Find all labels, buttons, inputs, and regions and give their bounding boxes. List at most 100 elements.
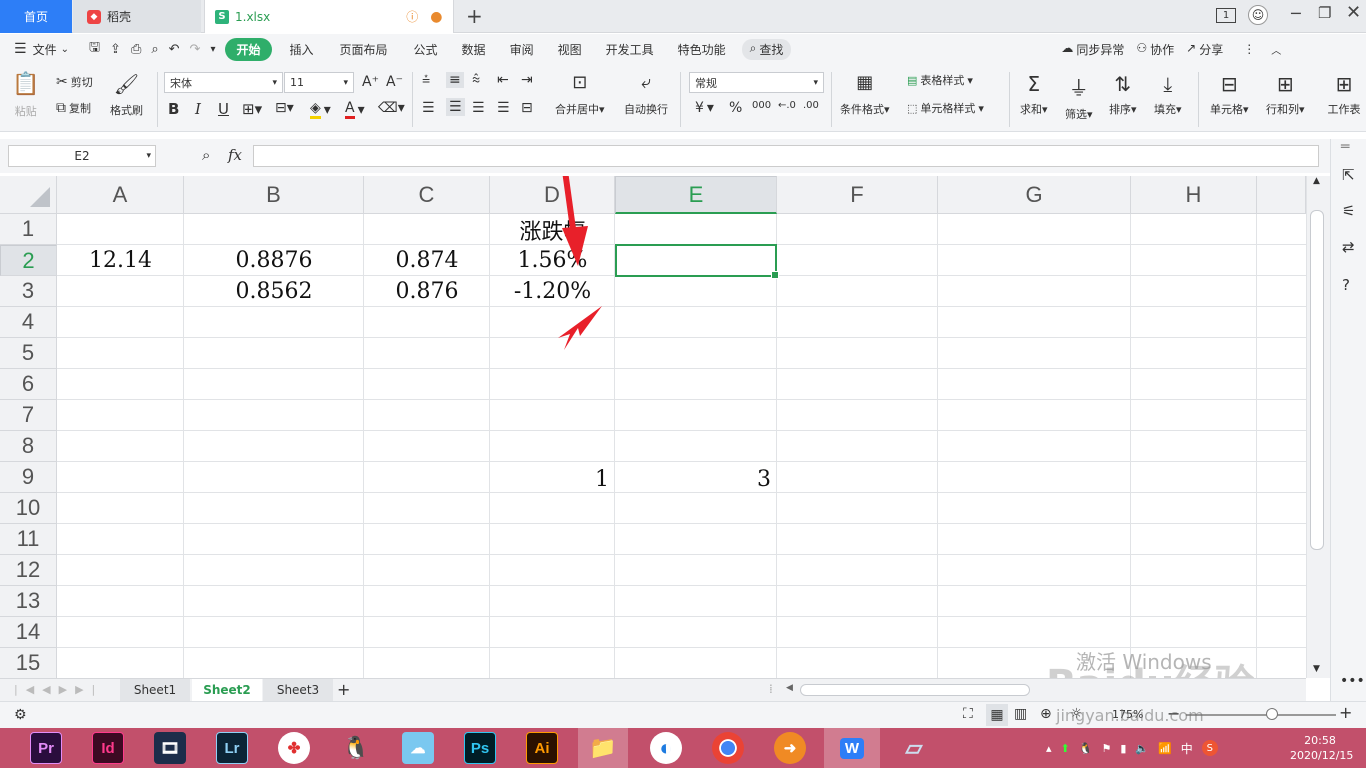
column-header-a[interactable]: A xyxy=(57,176,184,214)
row-header-12[interactable]: 12 xyxy=(0,555,57,586)
outdent-icon[interactable]: ⇤ xyxy=(497,72,509,88)
wps-icon[interactable]: W xyxy=(824,728,880,768)
cell-b2[interactable]: 0.8876 xyxy=(184,245,364,276)
sheet-nav-icons[interactable]: |◀◀▶▶| xyxy=(14,683,103,696)
filter-button[interactable]: ⏚ 筛选▾ xyxy=(1065,72,1093,122)
zoom-formula-icon[interactable]: ⌕ xyxy=(202,146,210,164)
pinwheel-app-icon[interactable]: ✤ xyxy=(278,732,310,764)
more-options-icon[interactable]: ••• xyxy=(1340,673,1365,689)
photoshop-icon[interactable]: Ps xyxy=(464,732,496,764)
menu-tab-view[interactable]: 视图 xyxy=(546,41,594,58)
decrease-decimal-icon[interactable]: .00 xyxy=(803,100,819,111)
select-all-corner[interactable] xyxy=(0,176,57,214)
cell-e9[interactable]: 3 xyxy=(615,464,777,495)
qq-icon[interactable]: 🐧 xyxy=(340,732,372,764)
shrink-font-icon[interactable]: A⁻ xyxy=(386,74,403,90)
paste-button[interactable]: 📋 粘贴 xyxy=(12,72,39,119)
tab-splitter[interactable]: ⁞ xyxy=(769,682,773,696)
cell-style-button[interactable]: ⬚ 单元格样式 ▾ xyxy=(907,100,984,116)
quick-access-more-icon[interactable]: ▾ xyxy=(210,44,215,55)
sheet-tab-3[interactable]: Sheet3 xyxy=(263,679,333,701)
menu-tab-page-layout[interactable]: 页面布局 xyxy=(326,41,402,58)
sheet-tab-1[interactable]: Sheet1 xyxy=(120,679,190,701)
zoom-in-icon[interactable]: + xyxy=(1339,703,1352,722)
input-method-indicator[interactable]: 中 xyxy=(1181,740,1193,757)
sync-status[interactable]: ☁ 同步异常 xyxy=(1061,41,1124,58)
normal-view-icon[interactable]: ▦ xyxy=(986,704,1008,726)
zoom-slider-track[interactable] xyxy=(1186,714,1336,716)
grow-font-icon[interactable]: A⁺ xyxy=(362,74,379,90)
user-avatar[interactable]: ☺ xyxy=(1248,5,1268,25)
thousands-button[interactable]: 000 xyxy=(752,100,771,111)
redo-icon[interactable]: ↷ xyxy=(190,42,201,57)
tray-qq-icon[interactable]: 🐧 xyxy=(1079,742,1093,755)
row-header-1[interactable]: 1 xyxy=(0,214,57,245)
row-header-4[interactable]: 4 xyxy=(0,307,57,338)
align-top-icon[interactable]: ⩮ xyxy=(422,72,430,88)
chat-app-icon[interactable]: ☁ xyxy=(402,732,434,764)
help-icon[interactable]: ? xyxy=(1342,276,1350,294)
distribute-icon[interactable]: ⊟ xyxy=(521,100,533,116)
worksheet-button[interactable]: ⊞ 工作表 xyxy=(1322,72,1366,117)
column-header-h[interactable]: H xyxy=(1131,176,1257,214)
sheet-tab-2[interactable]: Sheet2 xyxy=(192,679,262,701)
align-center-icon[interactable]: ☰ xyxy=(446,98,465,116)
undo-icon[interactable]: ↶ xyxy=(169,42,180,57)
menu-tab-features[interactable]: 特色功能 xyxy=(666,41,738,58)
column-header-g[interactable]: G xyxy=(938,176,1131,214)
copy-button[interactable]: ⧉ 复制 xyxy=(56,100,91,116)
formula-input[interactable] xyxy=(253,145,1319,167)
border-icon[interactable]: ⊞▾ xyxy=(242,100,262,118)
conditional-format-button[interactable]: ▦ 条件格式▾ xyxy=(840,72,890,117)
scroll-up-icon[interactable]: ▲ xyxy=(1313,176,1320,186)
font-name-select[interactable]: 宋体 ▾ xyxy=(164,72,283,93)
tab-daoke[interactable]: ◆ 稻壳 xyxy=(73,0,201,33)
pointer-icon[interactable]: ⇱ xyxy=(1342,166,1355,184)
horizontal-scroll-thumb[interactable] xyxy=(800,684,1030,696)
volume-icon[interactable]: 🔈 xyxy=(1135,742,1149,755)
table-style-button[interactable]: ▤ 表格样式 ▾ xyxy=(907,72,973,88)
font-size-select[interactable]: 11 ▾ xyxy=(284,72,354,93)
font-color-icon[interactable]: A ▾ xyxy=(345,100,365,119)
increase-decimal-icon[interactable]: ←.0 xyxy=(778,100,796,111)
row-header-9[interactable]: 9 xyxy=(0,462,57,493)
row-col-button[interactable]: ⊞ 行和列▾ xyxy=(1266,72,1305,117)
clear-format-icon[interactable]: ⌫▾ xyxy=(378,100,405,116)
browser-360-icon[interactable]: ◐ xyxy=(650,732,682,764)
row-header-15[interactable]: 15 xyxy=(0,648,57,678)
more-icon[interactable]: ⋮ xyxy=(1243,42,1255,56)
macro-icon[interactable]: ⚙ xyxy=(14,707,27,723)
percent-button[interactable]: % xyxy=(729,100,742,116)
bold-button[interactable]: B xyxy=(168,100,179,118)
lightroom-icon[interactable]: Lr xyxy=(216,732,248,764)
eye-protect-icon[interactable]: ☼ xyxy=(1070,706,1083,722)
cell-a2[interactable]: 12.14 xyxy=(57,245,184,276)
zoom-level[interactable]: 175% xyxy=(1112,708,1143,721)
align-middle-icon[interactable]: ≡ xyxy=(446,72,464,88)
collab-button[interactable]: ⚇ 协作 xyxy=(1136,41,1174,58)
zoom-out-icon[interactable]: − xyxy=(1167,704,1180,723)
row-header-5[interactable]: 5 xyxy=(0,338,57,369)
cell-c3[interactable]: 0.876 xyxy=(364,276,490,307)
row-header-6[interactable]: 6 xyxy=(0,369,57,400)
h-scroll-left-icon[interactable]: ◀ xyxy=(786,683,793,693)
underline-button[interactable]: U xyxy=(218,100,229,118)
restore-icon[interactable]: ❐ xyxy=(1318,4,1331,22)
chevron-down-icon[interactable]: ⌄ xyxy=(61,44,69,55)
cell-button[interactable]: ⊟ 单元格▾ xyxy=(1210,72,1249,117)
file-explorer-icon[interactable]: 📁 xyxy=(578,728,628,768)
cell-c2[interactable]: 0.874 xyxy=(364,245,490,276)
active-cell-selection[interactable] xyxy=(615,244,779,279)
scroll-thumb[interactable] xyxy=(1310,210,1324,550)
hamburger-icon[interactable]: ☰ xyxy=(14,41,27,57)
currency-button[interactable]: ¥ ▾ xyxy=(695,100,714,116)
align-left-icon[interactable]: ☰ xyxy=(422,100,435,116)
illustrator-icon[interactable]: Ai xyxy=(526,732,558,764)
row-header-11[interactable]: 11 xyxy=(0,524,57,555)
name-box[interactable]: E2 ▾ xyxy=(8,145,156,167)
row-header-13[interactable]: 13 xyxy=(0,586,57,617)
menu-tab-formulas[interactable]: 公式 xyxy=(402,41,450,58)
clock[interactable]: 20:58 2020/12/15 xyxy=(1290,733,1353,763)
column-header-f[interactable]: F xyxy=(777,176,938,214)
tray-sogou-icon[interactable]: S xyxy=(1201,740,1218,756)
